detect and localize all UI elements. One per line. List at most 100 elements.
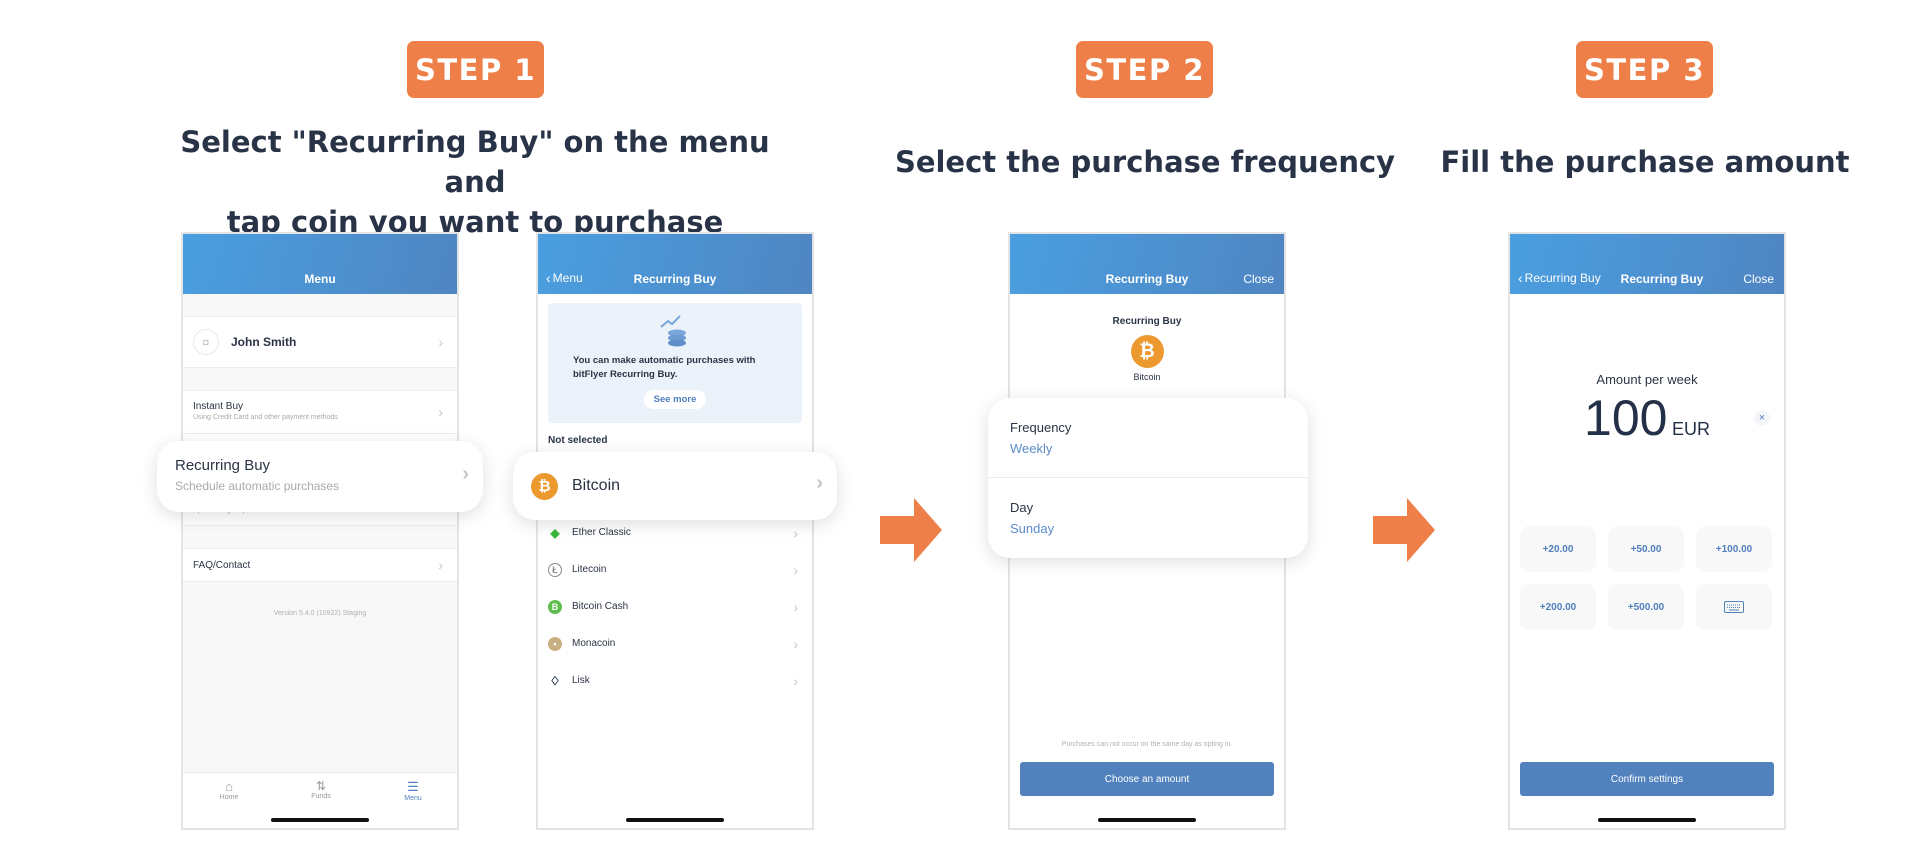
chevron-left-icon: ‹	[1518, 270, 1523, 286]
amount-display: 100 EUR	[1510, 389, 1784, 447]
chevron-right-icon: ›	[793, 524, 798, 541]
home-icon: ⌂	[225, 779, 233, 794]
chevron-right-icon: ›	[438, 334, 443, 350]
coin-item-litecoin[interactable]: Ł Litecoin ›	[538, 551, 812, 588]
coin-item-lisk[interactable]: ♢ Lisk ›	[538, 662, 812, 699]
coin-name: Bitcoin Cash	[572, 601, 629, 612]
tab-label: Menu	[404, 795, 422, 802]
nav-bar: ‹ Menu Recurring Buy	[538, 234, 812, 294]
currency-label: EUR	[1671, 419, 1710, 439]
menu-item-recurring-buy[interactable]: Recurring Buy Schedule automatic purchas…	[157, 441, 483, 512]
tab-menu[interactable]: ☰ Menu	[395, 779, 431, 802]
tab-funds[interactable]: ⇅ Funds	[303, 779, 339, 800]
coin-item-monacoin[interactable]: • Monacoin ›	[538, 625, 812, 662]
nav-bar: ‹ Recurring Buy Recurring Buy Close	[1510, 234, 1784, 294]
coin-name: Monacoin	[572, 638, 616, 649]
menu-item-label: Recurring Buy	[175, 457, 271, 474]
close-button[interactable]: Close	[1243, 272, 1274, 286]
version-text: Version 5.4.0 (10922) Staging	[273, 610, 367, 617]
chevron-right-icon: ›	[462, 463, 469, 485]
user-name: John Smith	[231, 335, 297, 349]
coin-name: Litecoin	[572, 564, 607, 575]
nav-title: Menu	[304, 272, 336, 286]
coin-name: Bitcoin	[572, 477, 621, 494]
nav-bar: Menu	[183, 234, 457, 294]
chevron-right-icon: ›	[438, 557, 443, 573]
chevron-right-icon: ›	[793, 598, 798, 615]
home-indicator	[271, 818, 369, 822]
quick-amount-button[interactable]: +200.00	[1520, 584, 1596, 630]
bitcoin-cash-icon: B	[548, 599, 562, 614]
step-1-title: Select "Recurring Buy" on the menu and t…	[150, 122, 800, 242]
coin-name: Bitcoin	[1133, 372, 1161, 382]
tab-bar: ⌂ Home ⇅ Funds ☰ Menu	[183, 772, 457, 828]
coin-name: Lisk	[572, 675, 590, 686]
step-2-title: Select the purchase frequency	[894, 145, 1396, 179]
see-more-button[interactable]: See more	[643, 390, 707, 409]
tab-label: Funds	[311, 793, 331, 800]
quick-amount-button[interactable]: +20.00	[1520, 526, 1596, 572]
day-value: Sunday	[1010, 521, 1055, 536]
tab-home[interactable]: ⌂ Home	[211, 779, 247, 801]
choose-amount-button[interactable]: Choose an amount	[1020, 762, 1274, 796]
menu-item-instant-buy[interactable]: Instant Buy Using Credit Card and other …	[183, 390, 457, 434]
amount-label: Amount per week	[1596, 372, 1698, 387]
menu-item-label: Instant Buy	[193, 401, 244, 412]
chevron-right-icon: ›	[793, 672, 798, 689]
menu-item-sub: Using Credit Card and other payment meth…	[193, 414, 338, 421]
amount-value: 100	[1584, 390, 1668, 446]
chevron-right-icon: ›	[816, 472, 823, 494]
tab-label: Home	[219, 794, 239, 801]
menu-screen: Menu ◘ John Smith › Instant Buy Using Cr…	[181, 232, 459, 830]
coin-item-bitcoin[interactable]: ₿ Bitcoin ›	[513, 452, 837, 520]
frequency-value: Weekly	[1010, 441, 1053, 456]
menu-item-faq[interactable]: FAQ/Contact ›	[183, 548, 457, 582]
bitcoin-icon: ₿	[531, 472, 558, 500]
coin-name: Ether Classic	[572, 527, 631, 538]
arrow-right-icon	[880, 498, 942, 562]
camera-icon: ◘	[193, 329, 219, 355]
step-3-title: Fill the purchase amount	[1440, 145, 1850, 179]
quick-amount-button[interactable]: +100.00	[1696, 526, 1772, 572]
nav-bar: Recurring Buy Close	[1010, 234, 1284, 294]
step-1-title-line1: Select "Recurring Buy" on the menu and	[180, 125, 770, 199]
menu-icon: ☰	[407, 779, 419, 794]
day-row[interactable]: Day Sunday	[988, 478, 1308, 536]
profile-row[interactable]: ◘ John Smith ›	[183, 316, 457, 368]
quick-amount-button[interactable]: +50.00	[1608, 526, 1684, 572]
chevron-right-icon: ›	[793, 561, 798, 578]
amount-screen: ‹ Recurring Buy Recurring Buy Close Amoun…	[1508, 232, 1786, 830]
bitcoin-icon: ₿	[1130, 335, 1164, 368]
confirm-settings-button[interactable]: Confirm settings	[1520, 762, 1774, 796]
arrow-right-icon	[1373, 498, 1435, 562]
home-indicator	[626, 818, 724, 822]
section-label: Not selected	[548, 435, 608, 446]
clear-amount-icon[interactable]: ×	[1754, 410, 1770, 426]
info-text: You can make automatic purchases with bi…	[573, 355, 756, 380]
close-button[interactable]: Close	[1743, 272, 1774, 286]
step-2-badge: STEP 2	[1076, 41, 1213, 98]
keyboard-icon	[1724, 601, 1744, 613]
menu-item-label: FAQ/Contact	[193, 560, 251, 571]
keyboard-button[interactable]	[1696, 584, 1772, 630]
quick-amount-button[interactable]: +500.00	[1608, 584, 1684, 630]
info-card: You can make automatic purchases with bi…	[548, 303, 802, 423]
screen-heading: Recurring Buy	[1112, 316, 1182, 327]
funds-icon: ⇅	[315, 779, 327, 793]
coin-item-bitcoin-cash[interactable]: B Bitcoin Cash ›	[538, 588, 812, 625]
frequency-label: Frequency	[1010, 420, 1072, 435]
ether-classic-icon: ◆	[550, 525, 560, 540]
coin-select-screen: ‹ Menu Recurring Buy You can make automat…	[536, 232, 814, 830]
chevron-right-icon: ›	[793, 635, 798, 652]
frequency-card: Frequency Weekly Day Sunday	[988, 398, 1308, 558]
coins-chart-icon	[660, 315, 686, 347]
frequency-row[interactable]: Frequency Weekly	[988, 398, 1308, 478]
step-3-badge: STEP 3	[1576, 41, 1713, 98]
litecoin-icon: Ł	[548, 562, 562, 577]
home-indicator	[1598, 818, 1696, 822]
purchase-note: Purchases can not occur on the same day …	[1061, 741, 1233, 748]
nav-title: Recurring Buy	[633, 272, 717, 286]
home-indicator	[1098, 818, 1196, 822]
monacoin-icon: •	[548, 636, 562, 651]
chevron-right-icon: ›	[438, 404, 443, 420]
